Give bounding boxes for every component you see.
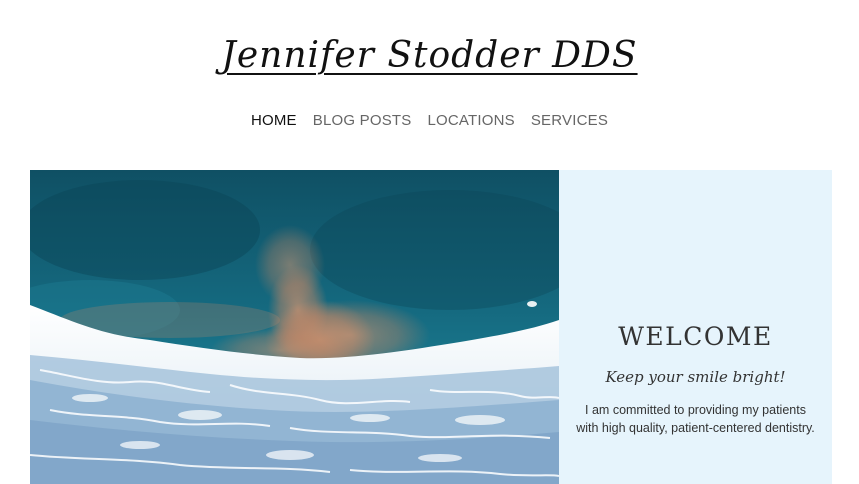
site-title[interactable]: Jennifer Stodder DDS: [0, 28, 859, 84]
main-nav: HOME BLOG POSTS LOCATIONS SERVICES: [0, 110, 859, 132]
welcome-tagline: Keep your smile bright!: [605, 368, 786, 386]
nav-item-services[interactable]: SERVICES: [531, 110, 608, 132]
page: Jennifer Stodder DDS HOME BLOG POSTS LOC…: [0, 0, 859, 484]
welcome-heading: WELCOME: [618, 322, 773, 351]
nav-item-home[interactable]: HOME: [251, 110, 297, 132]
welcome-text: I am committed to providing my patients …: [576, 403, 815, 435]
nav-item-locations[interactable]: LOCATIONS: [427, 110, 514, 132]
hero-image: [30, 170, 559, 484]
nav-item-blog-posts[interactable]: BLOG POSTS: [313, 110, 412, 132]
